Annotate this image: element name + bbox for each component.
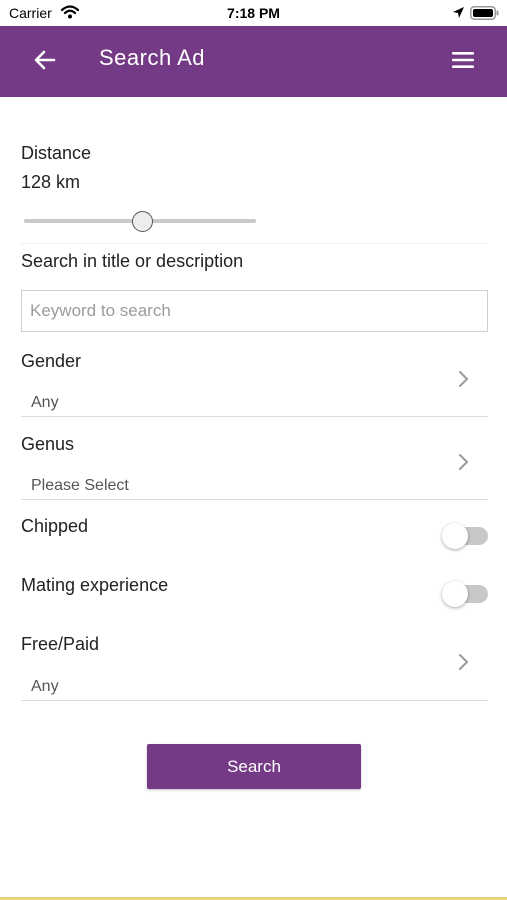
chipped-label: Chipped — [21, 516, 89, 536]
gender-select[interactable]: Gender Any — [21, 351, 488, 417]
chevron-right-icon — [457, 453, 469, 476]
status-bar: Carrier 7:18 PM — [0, 0, 507, 26]
toggle-knob — [442, 523, 468, 549]
genus-underline — [21, 499, 488, 500]
free-paid-label: Free/Paid — [21, 634, 100, 654]
toggle-knob — [442, 581, 468, 607]
location-icon — [452, 6, 465, 22]
gender-value: Any — [31, 394, 59, 411]
clock: 7:18 PM — [227, 5, 280, 21]
divider — [21, 243, 488, 244]
gender-label: Gender — [21, 351, 82, 371]
mating-experience-toggle[interactable] — [442, 581, 488, 607]
chevron-right-icon — [457, 653, 469, 676]
genus-value: Please Select — [31, 477, 129, 494]
distance-label: Distance — [21, 143, 92, 163]
page-title: Search Ad — [99, 45, 206, 70]
mating-experience-label: Mating experience — [21, 575, 169, 595]
hamburger-menu-icon[interactable] — [451, 51, 475, 74]
battery-icon — [470, 6, 500, 23]
keyword-label: Search in title or description — [21, 251, 244, 271]
genus-select[interactable]: Genus Please Select — [21, 434, 488, 500]
free-paid-value: Any — [31, 678, 59, 695]
free-paid-underline — [21, 700, 488, 701]
free-paid-select[interactable]: Free/Paid Any — [21, 634, 488, 701]
genus-label: Genus — [21, 434, 75, 454]
distance-slider-thumb[interactable] — [131, 211, 153, 232]
gender-underline — [21, 416, 488, 417]
app-bar: Search Ad — [0, 26, 507, 97]
search-button[interactable]: Search — [147, 744, 361, 789]
distance-value: 128 km — [21, 172, 81, 192]
chevron-right-icon — [457, 370, 469, 393]
chipped-row: Chipped — [21, 516, 488, 556]
chipped-toggle[interactable] — [442, 523, 488, 549]
keyword-search-input[interactable] — [21, 290, 488, 332]
mating-experience-row: Mating experience — [21, 575, 488, 615]
arrow-left-icon[interactable] — [34, 50, 56, 75]
